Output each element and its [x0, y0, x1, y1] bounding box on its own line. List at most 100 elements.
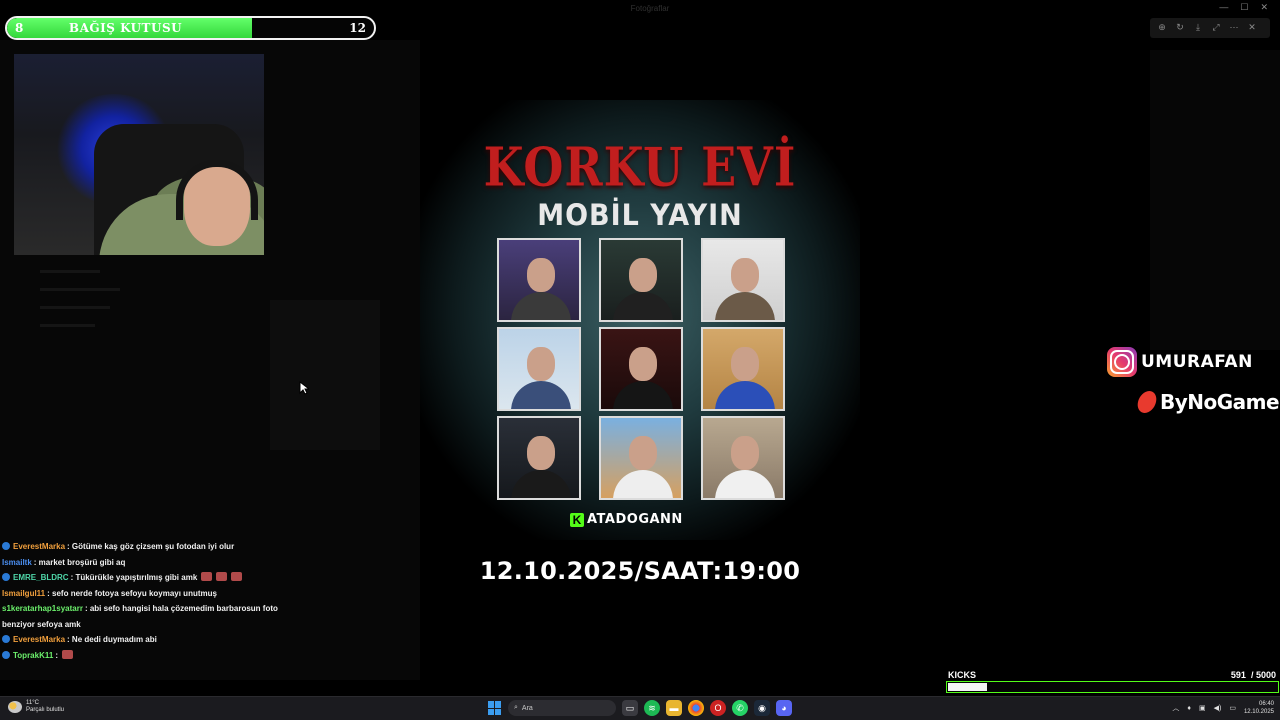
kicks-progress-fill: [948, 683, 988, 691]
background-thumbnail: [270, 300, 380, 450]
chat-message: Ismailtk: market broşürü gibi aq: [2, 555, 302, 571]
participant-grid: [497, 238, 787, 502]
chat-username[interactable]: ToprakK11: [13, 651, 53, 660]
instagram-icon: [1107, 347, 1137, 377]
kicks-goal-bar: [946, 681, 1279, 693]
chat-emote-icon: [201, 572, 213, 581]
clock-date: 12.10.2025: [1243, 709, 1274, 715]
whatsapp-icon[interactable]: ✆: [732, 700, 748, 716]
event-date-time: 12.10.2025/SAAT:19:00: [479, 557, 801, 585]
kicks-label: KICKS: [948, 670, 977, 680]
spotify-icon[interactable]: ≋: [644, 700, 660, 716]
chrome-icon[interactable]: [688, 700, 704, 716]
chat-message: ToprakK11:: [2, 648, 302, 664]
bynogame-logo-icon: [1135, 391, 1159, 413]
more-icon[interactable]: ⋯: [1228, 21, 1240, 33]
chat-emote-icon: [231, 572, 243, 581]
windows-start-icon[interactable]: [488, 701, 502, 715]
opera-icon[interactable]: O: [710, 700, 726, 716]
close-icon[interactable]: ✕: [1246, 21, 1258, 33]
poster-sponsor: K ATADOGANN: [570, 512, 710, 527]
chat-badge-icon: [2, 573, 10, 581]
instagram-handle: UMURAFAN: [1141, 352, 1253, 372]
background-right-panel: [1150, 50, 1280, 350]
chat-username[interactable]: EverestMarka: [13, 635, 65, 644]
window-close-icon[interactable]: ✕: [1260, 2, 1268, 13]
file-explorer-icon[interactable]: ▬: [666, 700, 682, 716]
viewer-toolbar: ⊕ ↻ ⤓ ⤢ ⋯ ✕: [1150, 18, 1270, 38]
participant-photo: [497, 416, 581, 500]
chat-message: Ismailgul11: sefo nerde fotoya sefoyu ko…: [2, 586, 302, 602]
background-line: [40, 306, 110, 309]
download-icon[interactable]: ⤓: [1192, 21, 1204, 33]
kicks-count: 591 / 5000: [1230, 670, 1276, 680]
expand-icon[interactable]: ⤢: [1210, 21, 1222, 33]
chat-overlay: EverestMarka: Götüme kaş göz çizsem şu f…: [2, 539, 302, 663]
background-line: [40, 270, 100, 273]
webcam-feed: [14, 54, 264, 255]
search-placeholder: Ara: [521, 704, 533, 712]
donation-goal: 12: [349, 21, 366, 35]
task-view-icon[interactable]: ▭: [622, 700, 638, 716]
zoom-in-icon[interactable]: ⊕: [1156, 21, 1168, 33]
chat-badge-icon: [2, 542, 10, 550]
weather-description: Parçalı bulutlu: [26, 707, 65, 713]
sponsor-brand-name: ByNoGame: [1160, 390, 1280, 414]
minimize-icon[interactable]: —: [1219, 2, 1228, 13]
kick-logo-icon: K: [570, 512, 584, 527]
network-icon[interactable]: ▣: [1199, 704, 1206, 712]
search-icon: ⌕: [514, 704, 518, 711]
sponsor-name: ATADOGANN: [587, 512, 683, 527]
participant-photo: [599, 416, 683, 500]
donation-title: BAĞIŞ KUTUSU: [68, 21, 183, 35]
participant-photo: [701, 238, 785, 322]
chat-emote-icon: [216, 572, 228, 581]
chat-text: : sefo nerde fotoya sefoyu koymayı unutm…: [47, 588, 217, 598]
chat-username[interactable]: Ismailgul11: [2, 589, 45, 598]
weather-temperature: 11°C: [26, 700, 39, 706]
rotate-icon[interactable]: ↻: [1174, 21, 1186, 33]
weather-widget[interactable]: 11°C Parçalı bulutlu: [8, 700, 64, 714]
chat-username[interactable]: Ismailtk: [2, 558, 32, 567]
maximize-icon[interactable]: ☐: [1240, 2, 1248, 13]
background-line: [40, 288, 120, 291]
battery-icon[interactable]: ▭: [1229, 704, 1236, 712]
participant-photo: [701, 327, 785, 411]
clock-time: 06:40: [1258, 701, 1274, 707]
discord-icon[interactable]: ◕: [776, 700, 792, 716]
taskbar-clock[interactable]: 06:40 12.10.2025: [1244, 700, 1274, 716]
taskbar-search[interactable]: ⌕ Ara: [508, 700, 616, 716]
steam-icon[interactable]: ◉: [754, 700, 770, 716]
chat-username[interactable]: EverestMarka: [13, 542, 65, 551]
chat-username[interactable]: s1keratarhap1syatarr: [2, 604, 83, 613]
partly-cloudy-icon: [8, 701, 22, 713]
taskbar-apps: ⌕ Ara ▭ ≋ ▬ O ✆ ◉ ◕: [488, 700, 792, 716]
chat-message: EverestMarka: Götüme kaş göz çizsem şu f…: [2, 539, 302, 555]
chat-text: :: [55, 650, 58, 660]
poster-subtitle: MOBİL YAYIN: [537, 198, 743, 233]
chat-badge-icon: [2, 650, 10, 659]
volume-icon[interactable]: ◀): [1214, 704, 1222, 712]
participant-photo: [701, 416, 785, 500]
system-tray: ︿ ♦ ▣ ◀) ▭ 06:40 12.10.2025: [1172, 700, 1274, 716]
chat-message: EverestMarka: Ne dedi duymadım abi: [2, 632, 302, 648]
sponsor-brand-overlay: ByNoGame: [1135, 390, 1280, 414]
chat-emote-icon: [61, 649, 73, 659]
participant-photo: [599, 327, 683, 411]
microphone-icon[interactable]: ♦: [1187, 705, 1191, 712]
chat-message: EMRE_BLDRC: Tükürükle yapıştırılmış gibi…: [2, 570, 302, 586]
participant-photo: [497, 327, 581, 411]
chat-username[interactable]: EMRE_BLDRC: [13, 573, 69, 582]
chat-text: : Tükürükle yapıştırılmış gibi amk: [70, 573, 198, 582]
window-controls: — ☐ ✕: [1219, 2, 1268, 13]
participant-photo: [497, 238, 581, 322]
chat-message: s1keratarhap1syatarr: abi sefo hangisi h…: [2, 601, 302, 632]
viewer-window-title: Fotoğraflar: [630, 4, 670, 13]
tray-overflow-icon[interactable]: ︿: [1172, 703, 1179, 713]
chat-text: : Ne dedi duymadım abi: [67, 635, 157, 644]
chat-text: : market broşürü gibi aq: [33, 557, 126, 567]
background-line: [40, 324, 95, 327]
taskbar: 11°C Parçalı bulutlu ⌕ Ara ▭ ≋ ▬ O ✆ ◉ ◕…: [0, 696, 1280, 720]
donation-goal-bar: 8 BAĞIŞ KUTUSU 12: [5, 16, 376, 40]
chat-badge-icon: [2, 635, 10, 643]
